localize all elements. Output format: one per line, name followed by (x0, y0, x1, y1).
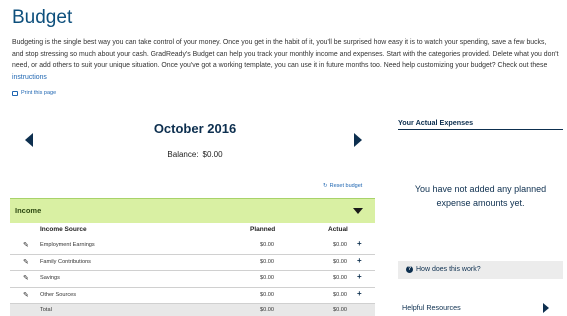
planned-cell: $0.00 (260, 258, 274, 265)
column-header-actual: Actual (328, 226, 348, 233)
total-label: Total (40, 307, 52, 313)
income-source-cell: Family Contributions (40, 258, 91, 265)
helpful-resources-link[interactable]: Helpful Resources (402, 303, 461, 312)
actual-cell: $0.00 (333, 258, 347, 265)
chevron-down-icon[interactable] (353, 208, 363, 214)
income-table-body: ✎ Employment Earnings $0.00 $0.00 + ✎ Fa… (10, 238, 375, 316)
chevron-right-icon[interactable] (543, 303, 549, 313)
printer-icon (12, 90, 18, 96)
planned-cell: $0.00 (260, 275, 274, 281)
table-row: ✎ Employment Earnings $0.00 $0.00 + (10, 238, 375, 255)
income-section-header[interactable]: Income (10, 198, 375, 223)
table-row: ✎ Family Contributions $0.00 $0.00 + (10, 255, 375, 271)
print-label: Print this page (21, 90, 57, 96)
income-section-label: Income (15, 206, 42, 215)
balance-value: $0.00 (202, 150, 223, 159)
pencil-icon[interactable]: ✎ (23, 241, 29, 249)
planned-cell: $0.00 (260, 291, 274, 298)
income-source-cell: Employment Earnings (40, 242, 95, 248)
total-planned: $0.00 (260, 307, 274, 313)
how-label: How does this work? (416, 266, 481, 273)
add-actual-icon[interactable]: + (357, 256, 362, 265)
income-source-cell: Savings (40, 275, 60, 281)
column-header-source: Income Source (40, 226, 87, 233)
income-source-cell: Other Sources (40, 291, 77, 298)
next-month-button[interactable] (354, 133, 362, 147)
add-actual-icon[interactable]: + (357, 289, 362, 298)
add-actual-icon[interactable]: + (357, 272, 362, 281)
reset-budget-link[interactable]: ↻ Reset budget (323, 183, 362, 189)
question-icon: ? (406, 266, 413, 273)
pencil-icon[interactable]: ✎ (23, 274, 29, 282)
add-actual-icon[interactable]: + (357, 239, 362, 248)
print-page-link[interactable]: Print this page (12, 90, 56, 96)
intro-text: Budgeting is the single best way you can… (12, 39, 559, 70)
column-header-planned: Planned (250, 226, 276, 233)
month-title: October 2016 (153, 121, 237, 136)
page-title: Budget (12, 7, 73, 28)
empty-expenses-message: You have not added any planned expense a… (414, 184, 547, 208)
actual-cell: $0.00 (333, 275, 347, 281)
planned-cell: $0.00 (260, 242, 274, 248)
previous-month-button[interactable] (25, 133, 33, 147)
reset-label: Reset budget (329, 183, 363, 189)
pencil-icon[interactable]: ✎ (23, 291, 29, 299)
table-row: ✎ Other Sources $0.00 $0.00 + (10, 288, 375, 304)
income-table-header: Income Source Planned Actual (10, 224, 375, 236)
table-row: ✎ Savings $0.00 $0.00 + (10, 271, 375, 288)
actual-cell: $0.00 (333, 242, 347, 248)
balance-label: Balance: (167, 150, 199, 159)
actual-cell: $0.00 (333, 291, 347, 298)
intro-paragraph: Budgeting is the single best way you can… (12, 37, 559, 83)
how-does-this-work-button[interactable]: ? How does this work? (398, 261, 563, 279)
balance-display: Balance: $0.00 (110, 150, 280, 159)
total-row: Total $0.00 $0.00 (10, 304, 375, 316)
refresh-icon: ↻ (323, 183, 328, 189)
instructions-link[interactable]: instructions (12, 74, 47, 81)
total-actual: $0.00 (333, 307, 347, 313)
actual-expenses-title: Your Actual Expenses (398, 118, 563, 130)
pencil-icon[interactable]: ✎ (23, 258, 29, 266)
